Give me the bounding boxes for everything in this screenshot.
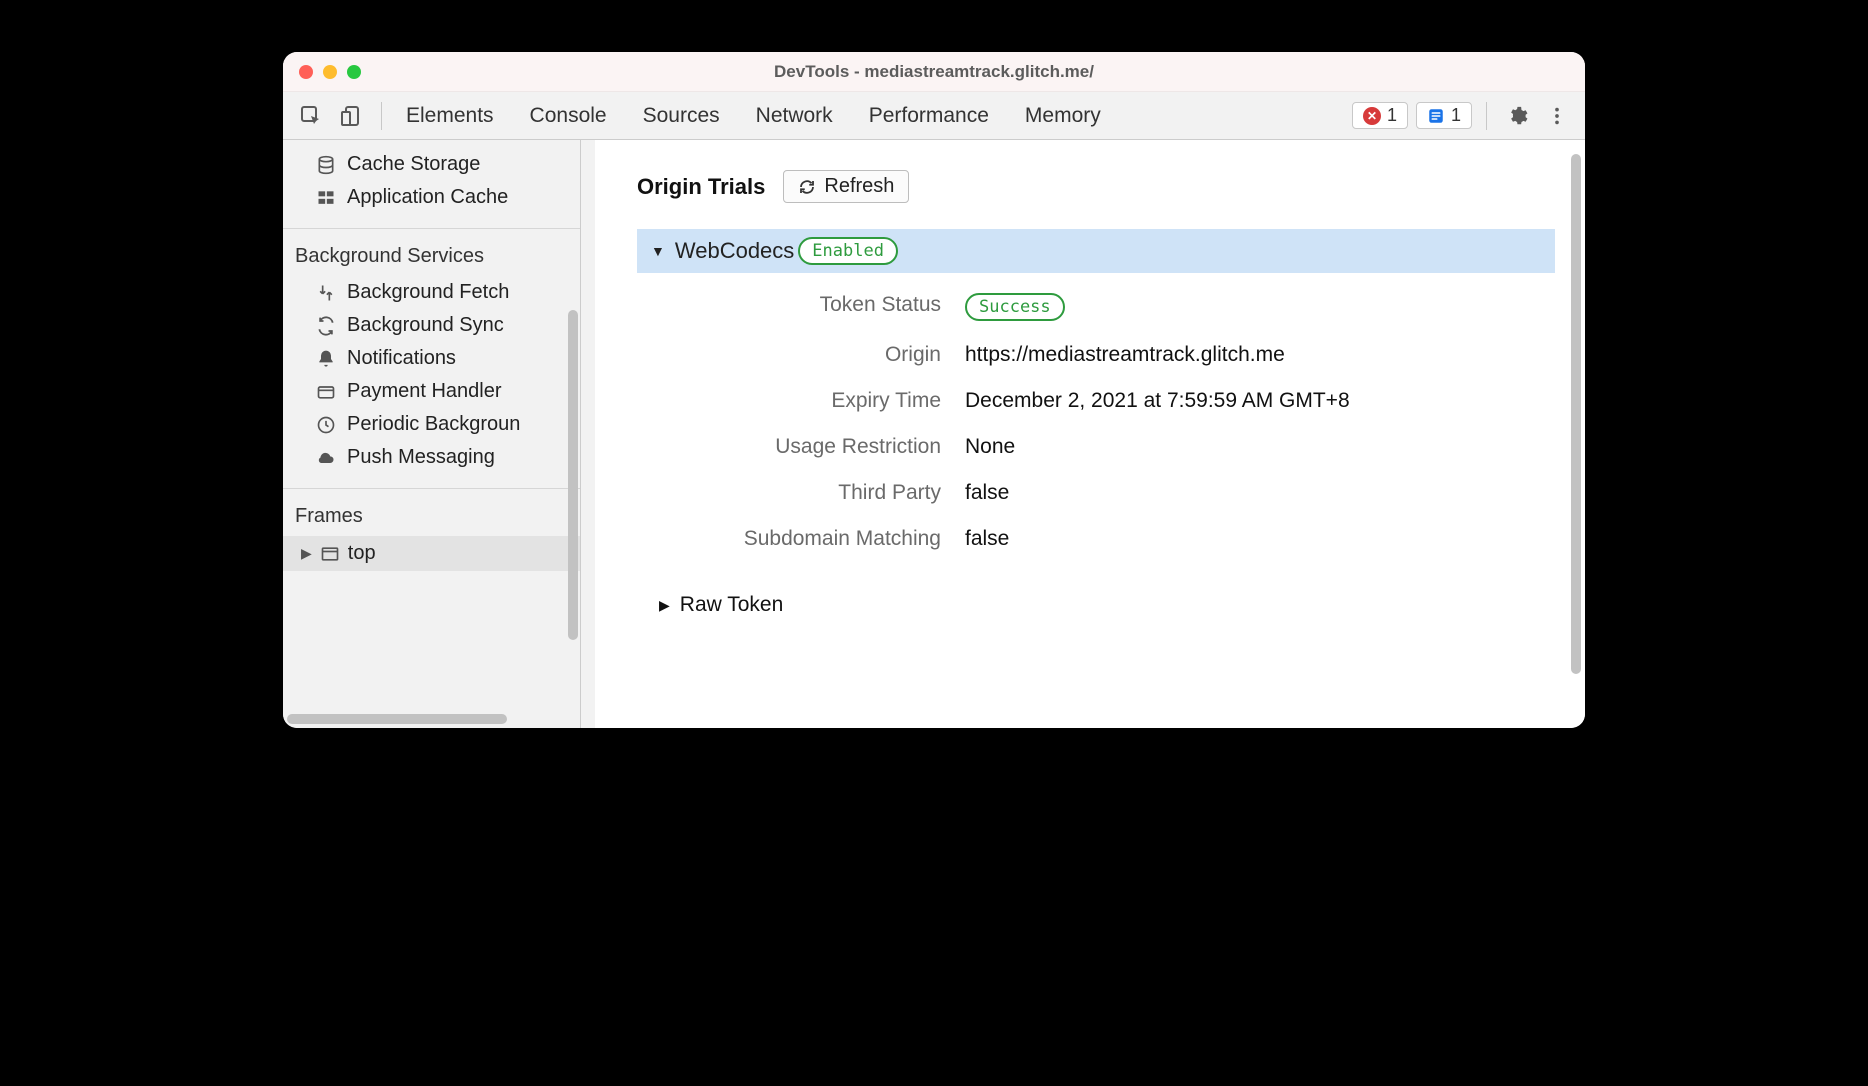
origin-label: Origin xyxy=(641,343,941,367)
main-panel: Origin Trials Refresh ▼ WebCodecs xyxy=(581,140,1585,728)
sidebar-vertical-scrollbar[interactable] xyxy=(568,310,578,640)
disclosure-triangle-icon[interactable]: ▶ xyxy=(659,597,670,614)
grid-icon xyxy=(315,188,337,208)
origin-value: https://mediastreamtrack.glitch.me xyxy=(965,343,1555,367)
trial-details: Token Status Success Origin https://medi… xyxy=(641,293,1555,551)
trial-status-pill: Enabled xyxy=(798,237,898,265)
trial-name: WebCodecs xyxy=(675,238,794,264)
frame-icon xyxy=(320,544,340,564)
cloud-icon xyxy=(315,448,337,468)
device-toggle-icon[interactable] xyxy=(335,100,367,132)
expiry-label: Expiry Time xyxy=(641,389,941,413)
raw-token-label: Raw Token xyxy=(680,593,784,617)
sidebar-item-background-sync[interactable]: Background Sync xyxy=(283,309,580,342)
subdomain-matching-value: false xyxy=(965,527,1555,551)
devtools-body: Cache Storage Application Cache Backgrou… xyxy=(283,140,1585,728)
error-counter[interactable]: ✕ 1 xyxy=(1352,102,1408,129)
tab-console[interactable]: Console xyxy=(530,104,607,128)
database-icon xyxy=(315,155,337,175)
issue-count: 1 xyxy=(1451,105,1461,126)
sidebar-heading-background-services: Background Services xyxy=(283,235,580,276)
expiry-value: December 2, 2021 at 7:59:59 AM GMT+8 xyxy=(965,389,1555,413)
tab-performance[interactable]: Performance xyxy=(869,104,989,128)
error-icon: ✕ xyxy=(1363,107,1381,125)
sidebar-item-background-fetch[interactable]: Background Fetch xyxy=(283,276,580,309)
sidebar-item-label: Background Fetch xyxy=(347,281,509,304)
clock-icon xyxy=(315,415,337,435)
credit-card-icon xyxy=(315,382,337,402)
sidebar-item-label: Cache Storage xyxy=(347,153,480,176)
sidebar-item-label: Application Cache xyxy=(347,186,508,209)
usage-restriction-value: None xyxy=(965,435,1555,459)
tab-elements[interactable]: Elements xyxy=(406,104,494,128)
toolbar-divider xyxy=(381,102,382,130)
sidebar-item-notifications[interactable]: Notifications xyxy=(283,342,580,375)
third-party-label: Third Party xyxy=(641,481,941,505)
error-count: 1 xyxy=(1387,105,1397,126)
issue-counter[interactable]: 1 xyxy=(1416,102,1472,129)
issue-icon xyxy=(1427,107,1445,125)
sidebar-item-label: Notifications xyxy=(347,347,456,370)
bell-icon xyxy=(315,349,337,369)
sidebar-bg-group: Background Fetch Background Sync xyxy=(283,276,580,482)
sidebar-item-application-cache[interactable]: Application Cache xyxy=(283,181,580,214)
frames-top-label: top xyxy=(348,542,376,565)
sidebar-divider xyxy=(283,488,580,489)
sidebar-horizontal-scrollbar[interactable] xyxy=(287,714,507,724)
tab-memory[interactable]: Memory xyxy=(1025,104,1101,128)
toolbar-divider xyxy=(1486,102,1487,130)
token-status-pill: Success xyxy=(965,293,1065,321)
disclosure-triangle-icon[interactable]: ▶ xyxy=(301,545,312,562)
sidebar-item-label: Periodic Backgroun xyxy=(347,413,520,436)
window-minimize-button[interactable] xyxy=(323,65,337,79)
refresh-icon xyxy=(798,178,816,196)
sidebar-item-cache-storage[interactable]: Cache Storage xyxy=(283,148,580,181)
trial-webcodecs-row[interactable]: ▼ WebCodecs Enabled xyxy=(637,229,1555,273)
sync-icon xyxy=(315,316,337,336)
background-fetch-icon xyxy=(315,283,337,303)
sidebar-item-label: Payment Handler xyxy=(347,380,502,403)
sidebar-item-periodic-background-sync[interactable]: Periodic Backgroun xyxy=(283,408,580,441)
third-party-value: false xyxy=(965,481,1555,505)
more-menu-icon[interactable] xyxy=(1541,100,1573,132)
disclosure-triangle-down-icon[interactable]: ▼ xyxy=(651,243,665,259)
tab-sources[interactable]: Sources xyxy=(643,104,720,128)
refresh-label: Refresh xyxy=(824,175,894,198)
devtools-tabs: Elements Console Sources Network Perform… xyxy=(406,104,1101,128)
subdomain-matching-label: Subdomain Matching xyxy=(641,527,941,551)
tab-network[interactable]: Network xyxy=(756,104,833,128)
section-title: Origin Trials xyxy=(637,174,765,200)
refresh-button[interactable]: Refresh xyxy=(783,170,909,203)
sidebar-cache-group: Cache Storage Application Cache xyxy=(283,140,580,222)
main-vertical-scrollbar[interactable] xyxy=(1571,154,1581,674)
settings-icon[interactable] xyxy=(1501,100,1533,132)
sidebar-item-label: Push Messaging xyxy=(347,446,495,469)
origin-trials-header: Origin Trials Refresh xyxy=(637,170,1555,203)
sidebar-item-push-messaging[interactable]: Push Messaging xyxy=(283,441,580,474)
sidebar-item-payment-handler[interactable]: Payment Handler xyxy=(283,375,580,408)
devtools-window: DevTools - mediastreamtrack.glitch.me/ E… xyxy=(283,52,1585,728)
usage-restriction-label: Usage Restriction xyxy=(641,435,941,459)
titlebar: DevTools - mediastreamtrack.glitch.me/ xyxy=(283,52,1585,92)
application-sidebar: Cache Storage Application Cache Backgrou… xyxy=(283,140,581,728)
sidebar-item-label: Background Sync xyxy=(347,314,504,337)
window-title: DevTools - mediastreamtrack.glitch.me/ xyxy=(283,62,1585,82)
sidebar-heading-frames: Frames xyxy=(283,495,580,536)
raw-token-row[interactable]: ▶ Raw Token xyxy=(659,593,1555,617)
window-close-button[interactable] xyxy=(299,65,313,79)
traffic-lights xyxy=(299,65,361,79)
window-zoom-button[interactable] xyxy=(347,65,361,79)
frames-top-item[interactable]: ▶ top xyxy=(283,536,580,571)
devtools-toolbar: Elements Console Sources Network Perform… xyxy=(283,92,1585,140)
token-status-label: Token Status xyxy=(641,293,941,321)
inspect-element-icon[interactable] xyxy=(295,100,327,132)
sidebar-divider xyxy=(283,228,580,229)
